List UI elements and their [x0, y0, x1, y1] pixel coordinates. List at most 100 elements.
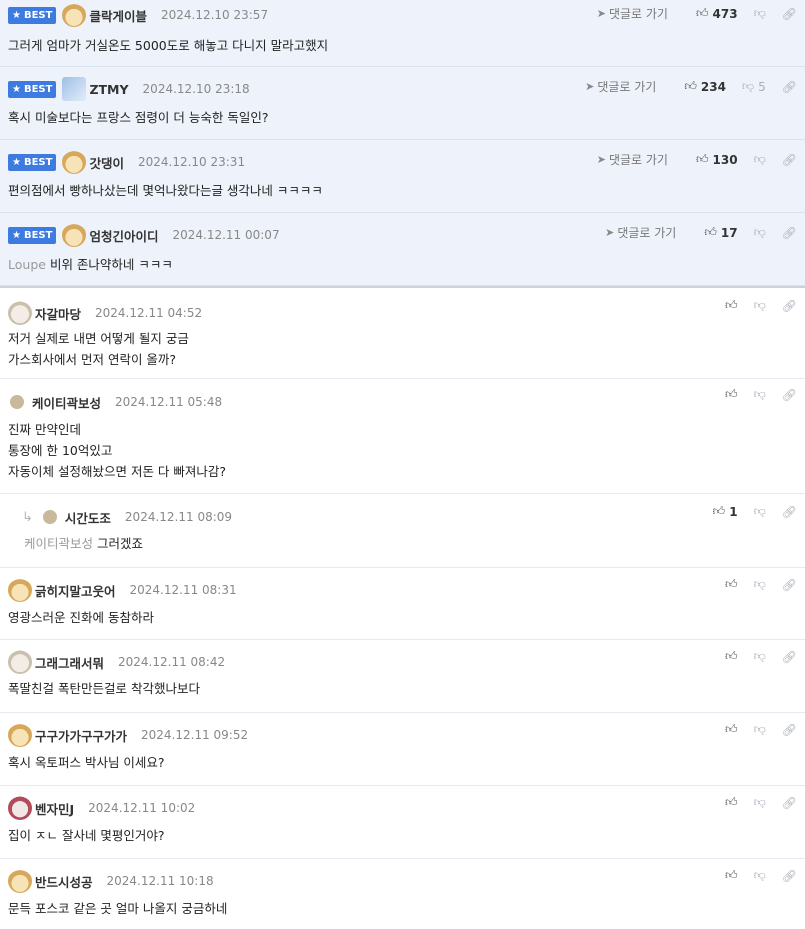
link-icon: 🔗︎	[781, 868, 797, 883]
share-link-button[interactable]: 🔗︎	[782, 869, 797, 883]
comment-date: 2024.12.11 08:42	[118, 655, 226, 669]
comment-author[interactable]: 구구가가구구가가	[35, 726, 127, 745]
thumbs-up-icon: 👍︎	[725, 298, 738, 312]
comment-text: 그러게 엄마가 거실온도 5000도로 해놓고 다니지 말라고했지	[8, 38, 329, 53]
comment-date: 2024.12.10 23:57	[160, 8, 269, 22]
comment-list: ★ BEST 클락게이블 2024.12.10 23:57 ➤ 댓글로 가기 👍︎ 4…	[0, 0, 805, 929]
thumbs-down-icon: 👎︎	[741, 79, 755, 93]
avatar[interactable]	[62, 77, 87, 101]
like-button[interactable]: 👍︎	[725, 387, 738, 402]
comment: 자갈마당 2024.12.11 04:52 👍︎ 👎︎ 🔗︎ 저거 실제로 내면…	[0, 290, 805, 379]
thumbs-down-icon: 👎︎	[753, 577, 766, 591]
like-button[interactable]: 👍︎	[725, 795, 738, 810]
reply-arrow-icon: ↳	[22, 509, 33, 525]
best-comment: ★ BEST 엄청긴아이디 2024.12.11 00:07 ➤ 댓글로 가기 👍︎…	[0, 213, 805, 286]
thumbs-up-icon: 👍︎	[695, 6, 709, 20]
comment-date: 2024.12.11 10:02	[88, 801, 196, 815]
like-count: 234	[700, 79, 726, 94]
goto-comment-link[interactable]: ➤ 댓글로 가기	[585, 78, 656, 95]
star-icon: ★	[12, 9, 21, 21]
avatar[interactable]	[62, 223, 87, 247]
thumbs-down-icon: 👎︎	[753, 504, 766, 518]
avatar[interactable]	[62, 150, 87, 174]
like-button[interactable]: 👍︎	[725, 298, 738, 313]
best-comment: ★ BEST 갓댕이 2024.12.10 23:31 ➤ 댓글로 가기 👍︎ 130…	[0, 140, 805, 213]
share-link-button[interactable]: 🔗︎	[782, 299, 797, 313]
dislike-button[interactable]: 👎︎	[754, 504, 766, 519]
thumbs-down-icon: 👎︎	[753, 868, 766, 882]
avatar[interactable]	[8, 723, 32, 747]
comment-date: 2024.12.11 08:09	[124, 510, 233, 524]
dislike-button[interactable]: 👎︎	[754, 722, 766, 737]
share-link-button[interactable]: 🔗︎	[782, 723, 797, 737]
comment-author[interactable]: 엄청긴아이디	[89, 226, 158, 245]
mention-tag[interactable]: Loupe	[8, 257, 46, 272]
dislike-button[interactable]: 👎︎	[754, 225, 766, 240]
comment-author[interactable]: ZTMY	[89, 82, 128, 97]
comment: 그래그래서뭐 2024.12.11 08:42 👍︎ 👎︎ 🔗︎ 폭딸친걸 폭탄…	[0, 640, 805, 713]
dislike-button[interactable]: 👎︎	[754, 387, 766, 402]
dislike-button[interactable]: 👎︎	[754, 6, 766, 21]
dislike-button[interactable]: 👎︎	[754, 868, 766, 883]
avatar[interactable]	[8, 869, 32, 893]
avatar[interactable]	[8, 578, 32, 602]
share-link-button[interactable]: 🔗︎	[782, 80, 797, 94]
link-icon: 🔗︎	[781, 504, 797, 519]
thumbs-up-icon: 👍︎	[725, 795, 738, 809]
goto-comment-link[interactable]: ➤ 댓글로 가기	[597, 151, 668, 168]
thumbs-up-icon: 👍︎	[704, 225, 717, 239]
thumbs-down-icon: 👎︎	[753, 795, 766, 809]
share-link-button[interactable]: 🔗︎	[782, 388, 797, 402]
comment-author[interactable]: 자갈마당	[35, 304, 81, 323]
share-link-button[interactable]: 🔗︎	[782, 796, 797, 810]
avatar[interactable]	[42, 510, 57, 524]
share-link-button[interactable]: 🔗︎	[782, 578, 797, 592]
mention-tag[interactable]: 케이티곽보성	[24, 536, 93, 551]
star-icon: ★	[12, 229, 21, 241]
share-link-button[interactable]: 🔗︎	[782, 226, 797, 240]
thumbs-down-icon: 👎︎	[753, 649, 766, 663]
like-button[interactable]: 👍︎ 130	[696, 152, 738, 167]
share-link-button[interactable]: 🔗︎	[782, 153, 797, 167]
comment-text: Loupe 비위 존나약하네 ㅋㅋㅋ	[8, 257, 173, 272]
dislike-button[interactable]: 👎︎ 5	[742, 79, 766, 94]
comment-author[interactable]: 시간도조	[65, 508, 111, 527]
comment: 긁히지말고웃어 2024.12.11 08:31 👍︎ 👎︎ 🔗︎ 영광스러운 …	[0, 568, 805, 640]
like-button[interactable]: 👍︎ 234	[684, 79, 726, 94]
comment-date: 2024.12.10 23:18	[142, 82, 250, 96]
comment-author[interactable]: 긁히지말고웃어	[35, 581, 116, 600]
avatar[interactable]	[8, 301, 32, 325]
avatar[interactable]	[8, 650, 32, 674]
comment-author[interactable]: 반드시성공	[35, 872, 93, 891]
comment-author[interactable]: 갓댕이	[89, 153, 124, 172]
like-button[interactable]: 👍︎	[725, 577, 738, 592]
avatar[interactable]	[8, 796, 32, 820]
comment-date: 2024.12.11 08:31	[129, 583, 237, 597]
thumbs-down-icon: 👎︎	[753, 6, 766, 20]
like-button[interactable]: 👍︎ 473	[696, 6, 738, 21]
comment-author[interactable]: 클락게이블	[89, 6, 147, 25]
like-button[interactable]: 👍︎	[725, 868, 738, 883]
dislike-button[interactable]: 👎︎	[754, 298, 766, 313]
dislike-button[interactable]: 👎︎	[754, 649, 766, 664]
comment-author[interactable]: 그래그래서뭐	[35, 653, 104, 672]
like-button[interactable]: 👍︎	[725, 722, 738, 737]
share-link-button[interactable]: 🔗︎	[782, 505, 797, 519]
dislike-button[interactable]: 👎︎	[754, 577, 766, 592]
dislike-button[interactable]: 👎︎	[754, 795, 766, 810]
thumbs-up-icon: 👍︎	[725, 649, 738, 663]
comment-author[interactable]: 벤자민J	[35, 799, 74, 818]
comment-date: 2024.12.11 00:07	[172, 228, 280, 242]
goto-comment-link[interactable]: ➤ 댓글로 가기	[597, 5, 668, 22]
goto-comment-link[interactable]: ➤ 댓글로 가기	[605, 224, 676, 241]
like-button[interactable]: 👍︎ 1	[713, 504, 738, 519]
like-button[interactable]: 👍︎ 17	[704, 225, 737, 240]
avatar[interactable]	[62, 3, 87, 27]
best-badge: ★ BEST	[8, 80, 57, 98]
avatar[interactable]	[10, 395, 24, 409]
like-button[interactable]: 👍︎	[725, 649, 738, 664]
comment-author[interactable]: 케이티곽보성	[32, 393, 101, 412]
share-link-button[interactable]: 🔗︎	[782, 7, 797, 21]
dislike-button[interactable]: 👎︎	[754, 152, 766, 167]
share-link-button[interactable]: 🔗︎	[782, 650, 797, 664]
